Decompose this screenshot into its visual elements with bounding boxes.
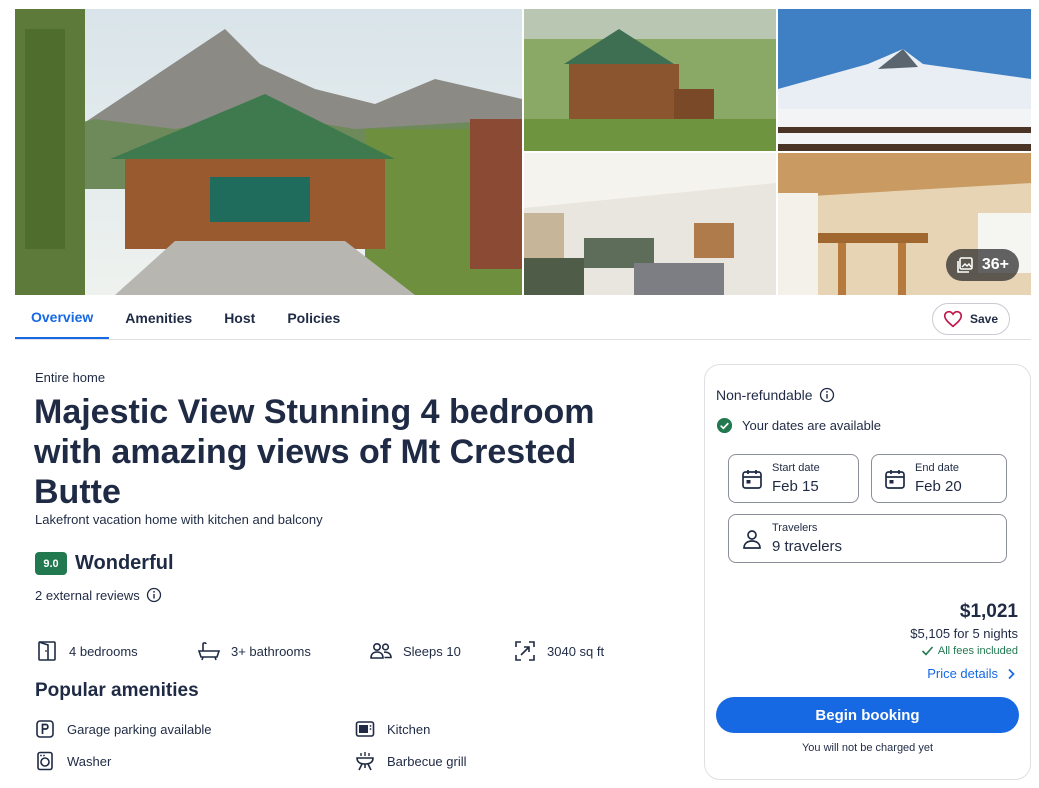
photo-gallery-icon [957,257,973,273]
travelers-label: Travelers [772,522,818,534]
availability-label: Your dates are available [742,418,882,433]
calendar-icon [885,470,905,489]
checkmark-icon [921,646,933,656]
travelers-field[interactable]: Travelers 9 travelers [728,514,1007,563]
fact-bathrooms: 3+ bathrooms [197,638,311,664]
rating-summary: 9.0 Wonderful [35,552,174,575]
photo-living-room[interactable] [524,153,776,295]
heart-icon [943,310,963,328]
reviews-link[interactable]: 2 external reviews [35,587,162,603]
chevron-right-icon [1008,668,1015,679]
fees-label: All fees included [937,644,1018,657]
bathtub-icon [197,642,221,661]
start-date-field[interactable]: Start date Feb 15 [728,454,859,503]
rating-badge: 9.0 [35,552,67,575]
parking-icon [36,720,54,738]
fact-label: Sleeps 10 [403,643,461,659]
person-icon [743,530,761,549]
save-label: Save [969,312,998,326]
amenity-label: Barbecue grill [387,753,467,769]
no-charge-note: You will not be charged yet [801,742,934,754]
fact-label: 3040 sq ft [547,643,605,659]
fact-label: 3+ bathrooms [231,643,311,659]
people-icon [370,643,392,659]
begin-booking-button[interactable]: Begin booking [716,697,1019,733]
amenity-washer: Washer [35,750,111,772]
end-date-value: Feb 20 [915,478,962,495]
kitchen-icon [355,721,375,737]
reviews-label: 2 external reviews [35,587,140,603]
fact-area: 3040 sq ft [513,638,604,664]
more-photos-label: 36+ [981,256,1009,273]
price-details-label: Price details [927,666,998,681]
photo-main-house[interactable] [15,9,522,295]
amenity-label: Kitchen [387,721,431,737]
amenity-parking: Garage parking available [35,718,212,740]
amenity-kitchen: Kitchen [355,718,430,740]
price-total: $5,105 for 5 nights [910,626,1018,641]
popular-amenities-heading: Popular amenities [35,680,199,701]
travelers-value: 9 travelers [772,538,843,555]
tab-policies[interactable]: Policies [271,296,356,339]
property-facts: 4 bedrooms 3+ bathrooms Sleeps 10 3040 s… [35,638,655,664]
info-icon[interactable] [819,387,835,403]
photo-gallery: 36+ [15,9,1031,295]
photo-kitchen[interactable]: 36+ [778,153,1031,295]
area-icon [515,641,535,661]
end-date-label: End date [915,462,960,474]
tab-amenities[interactable]: Amenities [109,296,208,339]
property-type: Entire home [35,370,106,385]
property-title: Majestic View Stunning 4 bedroom with am… [34,393,595,511]
availability-status: Your dates are available [716,417,881,434]
check-circle-icon [716,417,733,434]
fact-label: 4 bedrooms [69,643,138,659]
grill-icon [356,752,374,771]
photo-snow-mountain[interactable] [778,9,1031,151]
washer-icon [37,751,53,771]
price-per-night: $1,021 [959,601,1018,622]
info-icon[interactable] [146,587,162,603]
amenity-grill: Barbecue grill [355,750,467,772]
refund-policy-label: Non-refundable [716,387,813,403]
refund-policy: Non-refundable [716,387,835,403]
save-button[interactable]: Save [931,303,1010,335]
start-date-value: Feb 15 [772,478,819,495]
end-date-field[interactable]: End date Feb 20 [871,454,1007,503]
tab-overview[interactable]: Overview [15,296,110,339]
calendar-icon [742,470,762,489]
fees-note: All fees included [921,644,1018,657]
more-photos-button[interactable]: 36+ [945,249,1019,281]
fact-bedrooms: 4 bedrooms [35,638,138,664]
tab-host[interactable]: Host [208,296,271,339]
section-tabs: Overview Amenities Host Policies Save [15,296,1031,340]
rating-word: Wonderful [75,552,174,574]
amenity-label: Washer [67,753,112,769]
amenity-label: Garage parking available [67,721,212,737]
property-subtitle: Lakefront vacation home with kitchen and… [35,512,323,527]
start-date-label: Start date [772,462,820,474]
booking-card: Non-refundable Your dates are available … [704,364,1031,780]
photo-house-aerial[interactable] [524,9,776,151]
bedroom-icon [38,641,56,661]
price-details-link[interactable]: Price details [927,666,1018,681]
fact-sleeps: Sleeps 10 [369,638,461,664]
